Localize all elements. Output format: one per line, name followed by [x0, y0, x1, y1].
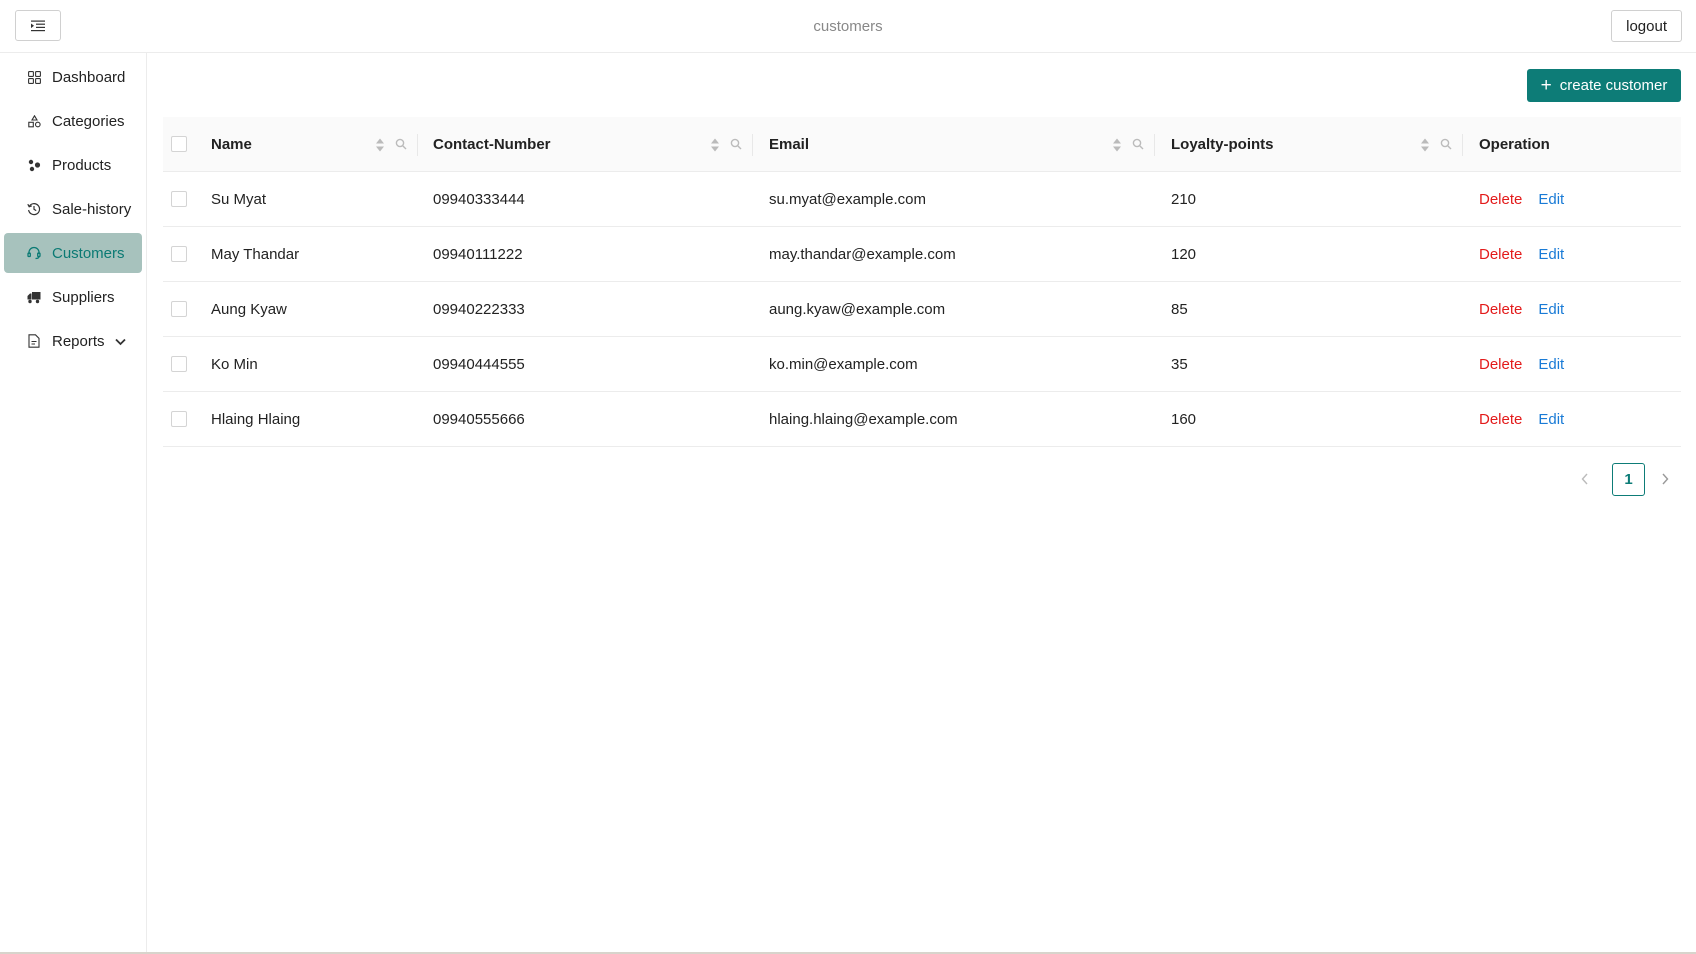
select-all-checkbox[interactable]	[171, 136, 187, 152]
create-customer-label: create customer	[1559, 77, 1668, 94]
sidebar-item-categories[interactable]: Categories	[4, 101, 142, 141]
cell-contact-number: 09940333444	[433, 191, 525, 208]
sidebar-item-label: Products	[52, 156, 112, 174]
search-icon[interactable]	[1132, 138, 1144, 150]
chevron-right-icon[interactable]	[1658, 471, 1672, 487]
search-icon[interactable]	[395, 138, 407, 150]
history-icon	[27, 202, 41, 216]
cell-loyalty-points: 35	[1171, 356, 1188, 373]
sidebar-item-customers[interactable]: Customers	[4, 233, 142, 273]
page-number-current[interactable]: 1	[1612, 463, 1645, 496]
table-row: May Thandar 09940111222 may.thandar@exam…	[163, 227, 1681, 282]
shapes-icon	[27, 114, 41, 128]
cell-contact-number: 09940111222	[433, 246, 523, 263]
edit-link[interactable]: Edit	[1538, 191, 1564, 208]
table-row: Aung Kyaw 09940222333 aung.kyaw@example.…	[163, 282, 1681, 337]
sidebar-item-reports[interactable]: Reports	[4, 321, 142, 361]
cell-name: Hlaing Hlaing	[211, 411, 301, 428]
row-checkbox[interactable]	[171, 191, 187, 207]
sort-icon[interactable]	[1112, 137, 1122, 153]
cell-name: Aung Kyaw	[211, 301, 287, 318]
dashboard-grid-icon	[27, 70, 41, 84]
column-divider	[417, 134, 418, 156]
pagination: 1	[1570, 463, 1680, 496]
cell-name: Ko Min	[211, 356, 258, 373]
cell-contact-number: 09940222333	[433, 301, 525, 318]
table-row: Hlaing Hlaing 09940555666 hlaing.hlaing@…	[163, 392, 1681, 447]
table-header: Name Contact-Number Email Loyalty-points	[163, 117, 1681, 172]
column-divider	[752, 134, 753, 156]
create-customer-button[interactable]: + create customer	[1527, 69, 1681, 102]
plus-icon: +	[1540, 75, 1552, 96]
customer-service-icon	[27, 246, 41, 260]
page-title: customers	[813, 18, 883, 35]
sort-icon[interactable]	[1420, 137, 1430, 153]
sidebar-item-label: Customers	[52, 244, 125, 262]
chevron-down-icon	[115, 333, 126, 350]
sidebar-item-suppliers[interactable]: Suppliers	[4, 277, 142, 317]
cell-email: hlaing.hlaing@example.com	[769, 411, 958, 428]
sidebar-item-products[interactable]: Products	[4, 145, 142, 185]
edit-link[interactable]: Edit	[1538, 301, 1564, 318]
delete-link[interactable]: Delete	[1479, 191, 1522, 208]
column-header-email: Email	[769, 136, 810, 153]
column-header-loyalty-points: Loyalty-points	[1171, 136, 1274, 153]
sort-icon[interactable]	[710, 137, 720, 153]
delete-link[interactable]: Delete	[1479, 246, 1522, 263]
cell-loyalty-points: 120	[1171, 246, 1197, 263]
cell-contact-number: 09940555666	[433, 411, 525, 428]
cell-email: may.thandar@example.com	[769, 246, 956, 263]
row-checkbox[interactable]	[171, 301, 187, 317]
row-checkbox[interactable]	[171, 411, 187, 427]
delete-link[interactable]: Delete	[1479, 301, 1522, 318]
cell-contact-number: 09940444555	[433, 356, 525, 373]
sidebar-item-label: Categories	[52, 112, 125, 130]
column-header-contact-number: Contact-Number	[433, 136, 551, 153]
search-icon[interactable]	[1440, 138, 1452, 150]
sidebar-item-dashboard[interactable]: Dashboard	[4, 57, 142, 97]
cell-name: May Thandar	[211, 246, 300, 263]
column-divider	[1462, 134, 1463, 156]
file-report-icon	[27, 334, 41, 348]
table-row: Su Myat 09940333444 su.myat@example.com …	[163, 172, 1681, 227]
edit-link[interactable]: Edit	[1538, 356, 1564, 373]
products-icon	[27, 158, 41, 172]
sidebar: Dashboard Categories Products Sale-histo…	[0, 53, 147, 954]
row-checkbox[interactable]	[171, 246, 187, 262]
column-divider	[1154, 134, 1155, 156]
top-header: customers logout	[0, 0, 1696, 53]
cell-email: su.myat@example.com	[769, 191, 926, 208]
column-header-operation: Operation	[1479, 136, 1550, 153]
sidebar-item-sale-history[interactable]: Sale-history	[4, 189, 142, 229]
table-row: Ko Min 09940444555 ko.min@example.com 35…	[163, 337, 1681, 392]
cell-loyalty-points: 210	[1171, 191, 1197, 208]
sidebar-item-label: Suppliers	[52, 288, 115, 306]
cell-email: ko.min@example.com	[769, 356, 918, 373]
sort-icon[interactable]	[375, 137, 385, 153]
delete-link[interactable]: Delete	[1479, 411, 1522, 428]
edit-link[interactable]: Edit	[1538, 411, 1564, 428]
search-icon[interactable]	[730, 138, 742, 150]
customers-table: Name Contact-Number Email Loyalty-points	[163, 117, 1681, 447]
truck-icon	[27, 290, 41, 304]
cell-loyalty-points: 160	[1171, 411, 1197, 428]
delete-link[interactable]: Delete	[1479, 356, 1522, 373]
edit-link[interactable]: Edit	[1538, 246, 1564, 263]
chevron-left-icon[interactable]	[1578, 471, 1592, 487]
logout-button[interactable]: logout	[1611, 10, 1682, 42]
cell-email: aung.kyaw@example.com	[769, 301, 946, 318]
row-checkbox[interactable]	[171, 356, 187, 372]
sidebar-item-label: Dashboard	[52, 68, 126, 86]
cell-name: Su Myat	[211, 191, 267, 208]
sidebar-item-label: Sale-history	[52, 200, 132, 218]
cell-loyalty-points: 85	[1171, 301, 1188, 318]
sidebar-item-label: Reports	[52, 332, 105, 350]
column-header-name: Name	[211, 136, 252, 153]
